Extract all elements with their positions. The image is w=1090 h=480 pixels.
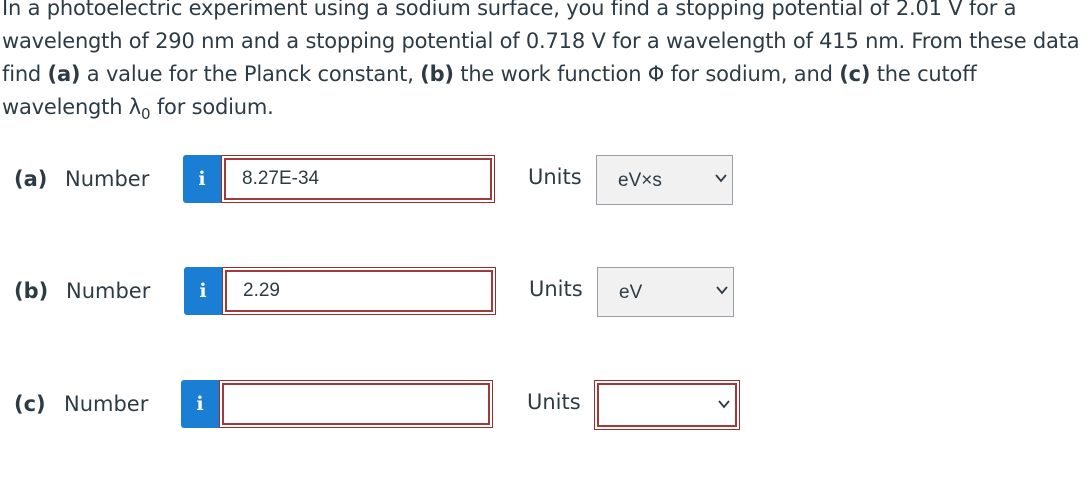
answer-row-a: (a) Number i Units eV×s — [0, 155, 1090, 205]
number-label: Number — [66, 279, 151, 303]
question-line-2: wavelength of 290 nm and a stopping pote… — [2, 29, 1080, 53]
units-selected-value: eV — [619, 282, 643, 303]
question-text-segment: a value for the Planck constant, — [80, 62, 421, 86]
answer-row-b: (b) Number i Units eV — [0, 267, 1090, 317]
number-label: Number — [65, 167, 150, 191]
answer-input-box — [219, 380, 493, 428]
answer-input-a[interactable] — [224, 158, 492, 200]
part-a-ref: (a) — [47, 62, 81, 86]
units-select-inner — [597, 383, 737, 427]
answer-input-box — [222, 267, 496, 315]
answer-row-c: (c) Number i Units — [0, 380, 1090, 430]
question-line-1: In a photoelectric experiment using a so… — [2, 0, 1017, 20]
chevron-down-icon — [718, 400, 730, 409]
part-label: (b) — [14, 279, 49, 303]
info-icon[interactable]: i — [184, 267, 222, 315]
chevron-down-icon — [716, 286, 728, 295]
question-text-segment: wavelength λ — [2, 95, 142, 119]
units-label: Units — [529, 277, 583, 301]
question-text: In a photoelectric experiment using a so… — [2, 0, 1087, 131]
answer-input-b[interactable] — [225, 270, 493, 312]
units-select-a[interactable]: eV×s — [596, 155, 733, 205]
part-b-ref: (b) — [420, 62, 454, 86]
lambda-subscript: 0 — [141, 105, 151, 124]
units-label: Units — [528, 165, 582, 189]
units-select-c[interactable] — [594, 380, 740, 430]
question-text-segment: the work function Φ for sodium, and — [453, 62, 840, 86]
info-icon[interactable]: i — [181, 380, 219, 428]
units-selected-value: eV×s — [618, 170, 662, 191]
question-text-segment: for sodium. — [150, 95, 274, 119]
chevron-down-icon — [715, 174, 727, 183]
part-c-ref: (c) — [839, 62, 871, 86]
question-text-segment: the cutoff — [870, 62, 977, 86]
part-label: (c) — [14, 392, 46, 416]
answer-input-c[interactable] — [222, 383, 490, 425]
units-label: Units — [527, 390, 581, 414]
question-text-segment: find — [2, 62, 48, 86]
answer-input-box — [221, 155, 495, 203]
part-label: (a) — [14, 167, 48, 191]
info-icon[interactable]: i — [183, 155, 221, 203]
number-label: Number — [64, 392, 149, 416]
units-select-b[interactable]: eV — [597, 267, 734, 317]
